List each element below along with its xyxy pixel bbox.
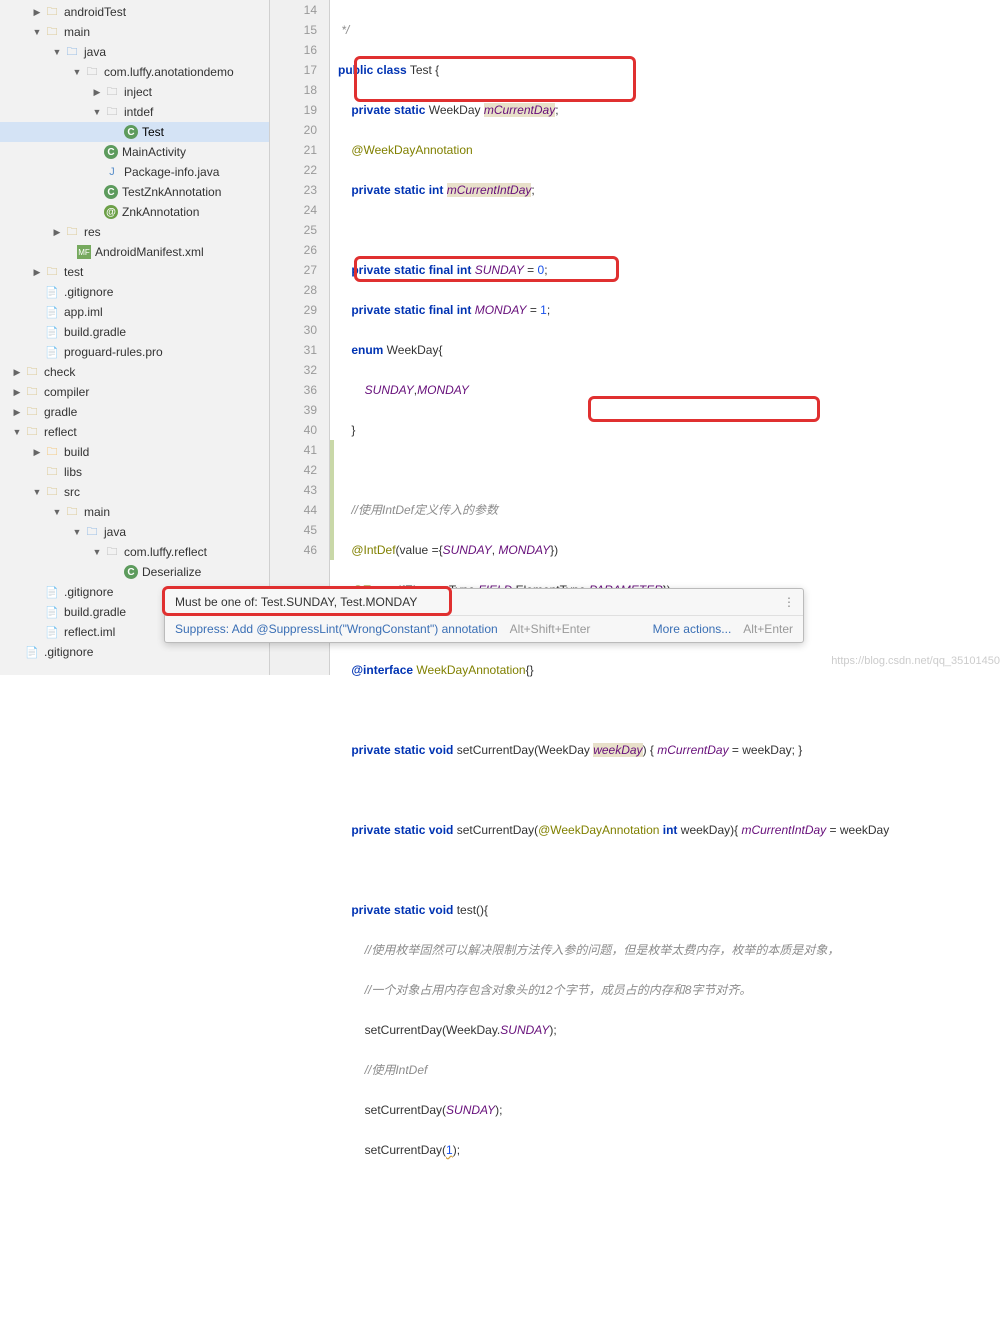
- expand-arrow-icon[interactable]: [32, 7, 42, 17]
- tree-item-test-folder[interactable]: 🗀test: [0, 262, 269, 282]
- folder-icon: 🗀: [64, 504, 80, 520]
- folder-icon: 🗀: [44, 444, 60, 460]
- package-icon: 🗀: [84, 64, 100, 80]
- folder-icon: 🗀: [84, 524, 100, 540]
- tree-item-package[interactable]: 🗀com.luffy.anotationdemo: [0, 62, 269, 82]
- project-tree[interactable]: 🗀androidTest 🗀main 🗀java 🗀com.luffy.anot…: [0, 0, 270, 675]
- collapse-arrow-icon[interactable]: [92, 547, 102, 557]
- expand-arrow-icon[interactable]: [32, 267, 42, 277]
- expand-arrow-icon[interactable]: [12, 407, 22, 417]
- gradle-icon: 📄: [44, 604, 60, 620]
- file-icon: 📄: [24, 644, 40, 660]
- folder-icon: 🗀: [24, 364, 40, 380]
- folder-icon: 🗀: [24, 424, 40, 440]
- class-icon: C: [124, 125, 138, 139]
- file-icon: 📄: [44, 284, 60, 300]
- collapse-arrow-icon[interactable]: [52, 47, 62, 57]
- tree-item-java[interactable]: 🗀java: [0, 42, 269, 62]
- collapse-arrow-icon[interactable]: [72, 527, 82, 537]
- folder-icon: 🗀: [44, 24, 60, 40]
- folder-icon: 🗀: [44, 464, 60, 480]
- collapse-arrow-icon[interactable]: [32, 27, 42, 37]
- tree-item-proguard[interactable]: 📄proguard-rules.pro: [0, 342, 269, 362]
- expand-arrow-icon[interactable]: [12, 387, 22, 397]
- folder-icon: 🗀: [64, 44, 80, 60]
- inspection-tooltip: Must be one of: Test.SUNDAY, Test.MONDAY…: [164, 588, 804, 643]
- manifest-icon: MF: [77, 245, 91, 259]
- annotation-icon: @: [104, 205, 118, 219]
- tree-item-test-class[interactable]: CTest: [0, 122, 269, 142]
- tree-item-appiml[interactable]: 📄app.iml: [0, 302, 269, 322]
- tree-item-reflect[interactable]: 🗀reflect: [0, 422, 269, 442]
- expand-arrow-icon[interactable]: [52, 227, 62, 237]
- tree-item-buildgradle[interactable]: 📄build.gradle: [0, 322, 269, 342]
- expand-arrow-icon[interactable]: [92, 87, 102, 97]
- shortcut-label: Alt+Enter: [743, 622, 793, 636]
- file-icon: 📄: [44, 624, 60, 640]
- tree-item-libs[interactable]: 🗀libs: [0, 462, 269, 482]
- change-marker: [330, 440, 334, 560]
- tree-item-znkann[interactable]: @ZnkAnnotation: [0, 202, 269, 222]
- tree-item-gitignore3[interactable]: 📄.gitignore: [0, 642, 269, 662]
- collapse-arrow-icon[interactable]: [72, 67, 82, 77]
- shortcut-label: Alt+Shift+Enter: [510, 622, 591, 636]
- tree-item-mainactivity[interactable]: CMainActivity: [0, 142, 269, 162]
- folder-icon: 🗀: [44, 4, 60, 20]
- tree-item-manifest[interactable]: MFAndroidManifest.xml: [0, 242, 269, 262]
- tree-item-androidtest[interactable]: 🗀androidTest: [0, 2, 269, 22]
- folder-icon: 🗀: [24, 404, 40, 420]
- expand-arrow-icon[interactable]: [32, 447, 42, 457]
- class-icon: C: [104, 145, 118, 159]
- class-icon: C: [104, 185, 118, 199]
- more-actions-link[interactable]: More actions...: [653, 622, 732, 636]
- tree-item-intdef[interactable]: 🗀intdef: [0, 102, 269, 122]
- tree-item-src[interactable]: 🗀src: [0, 482, 269, 502]
- collapse-arrow-icon[interactable]: [52, 507, 62, 517]
- tooltip-menu-icon[interactable]: ⋮: [783, 595, 795, 609]
- tree-item-gitignore[interactable]: 📄.gitignore: [0, 282, 269, 302]
- tree-item-main[interactable]: 🗀main: [0, 22, 269, 42]
- file-icon: 📄: [44, 344, 60, 360]
- class-icon: C: [124, 565, 138, 579]
- tree-item-inject[interactable]: 🗀inject: [0, 82, 269, 102]
- tree-item-pkg2[interactable]: 🗀com.luffy.reflect: [0, 542, 269, 562]
- tree-item-testznk[interactable]: CTestZnkAnnotation: [0, 182, 269, 202]
- tree-item-packageinfo[interactable]: JPackage-info.java: [0, 162, 269, 182]
- file-icon: 📄: [44, 584, 60, 600]
- java-file-icon: J: [104, 164, 120, 180]
- collapse-arrow-icon[interactable]: [12, 427, 22, 437]
- expand-arrow-icon[interactable]: [12, 367, 22, 377]
- tree-item-deserialize[interactable]: CDeserialize: [0, 562, 269, 582]
- watermark-text: https://blog.csdn.net/qq_35101450: [831, 655, 1000, 667]
- folder-icon: 🗀: [44, 484, 60, 500]
- package-icon: 🗀: [104, 104, 120, 120]
- tooltip-message: Must be one of: Test.SUNDAY, Test.MONDAY: [175, 595, 417, 609]
- tree-item-check[interactable]: 🗀check: [0, 362, 269, 382]
- suppress-link[interactable]: Suppress: Add @SuppressLint("WrongConsta…: [175, 622, 498, 636]
- folder-icon: 🗀: [24, 384, 40, 400]
- code-content[interactable]: */ public class Test { private static We…: [330, 0, 1008, 675]
- tree-item-build[interactable]: 🗀build: [0, 442, 269, 462]
- line-number-gutter: 1415161718192021222324252627282930313236…: [270, 0, 330, 675]
- tree-item-compiler[interactable]: 🗀compiler: [0, 382, 269, 402]
- tree-item-java2[interactable]: 🗀java: [0, 522, 269, 542]
- collapse-arrow-icon[interactable]: [92, 107, 102, 117]
- folder-icon: 🗀: [44, 264, 60, 280]
- tree-item-main2[interactable]: 🗀main: [0, 502, 269, 522]
- folder-icon: 🗀: [64, 224, 80, 240]
- file-icon: 📄: [44, 304, 60, 320]
- collapse-arrow-icon[interactable]: [32, 487, 42, 497]
- tree-item-res[interactable]: 🗀res: [0, 222, 269, 242]
- gradle-icon: 📄: [44, 324, 60, 340]
- package-icon: 🗀: [104, 544, 120, 560]
- tree-item-gradle[interactable]: 🗀gradle: [0, 402, 269, 422]
- code-editor[interactable]: 1415161718192021222324252627282930313236…: [270, 0, 1008, 675]
- package-icon: 🗀: [104, 84, 120, 100]
